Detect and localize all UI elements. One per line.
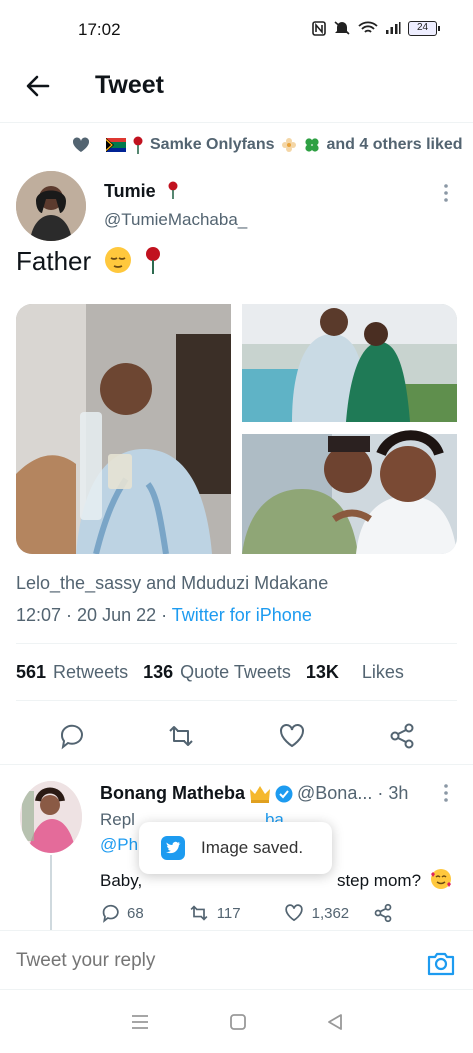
status-icons: 24 (312, 20, 440, 36)
author-name[interactable]: Tumie (104, 181, 179, 202)
camera-icon[interactable] (426, 948, 456, 978)
reply-button[interactable] (57, 722, 85, 750)
twitter-bird-icon (161, 836, 185, 860)
heart-icon (72, 137, 90, 152)
reply-more-options-icon[interactable] (440, 783, 452, 803)
social-context[interactable]: Samke Onlyfans and 4 others liked (72, 136, 463, 154)
reply-icon (102, 904, 119, 923)
media-photo-3[interactable] (242, 430, 457, 554)
divider (16, 700, 457, 701)
tweet-meta: 12:07 · 20 Jun 22 · Twitter for iPhone (16, 605, 312, 626)
social-context-user: Samke Onlyfans (150, 136, 275, 153)
reply-text-start: Baby, (100, 871, 147, 890)
thread-line (50, 855, 52, 930)
tweet-stats: 561 Retweets 136 Quote Tweets 13K Likes (16, 662, 404, 683)
verified-badge-icon (275, 785, 293, 802)
battery-indicator: 24 (408, 20, 440, 36)
reply-text-end: step mom? (336, 871, 422, 890)
replying-to-prefix: Repl (100, 810, 135, 829)
liked-by-text[interactable]: Lelo_the_sassy and Mduduzi Mdakane (16, 573, 328, 594)
like-button[interactable] (278, 722, 306, 750)
reply-actions: 68 117 1,362 (100, 903, 393, 923)
rose-icon (133, 136, 143, 154)
author-handle[interactable]: @TumieMachaba_ (104, 210, 247, 230)
signal-icon (386, 22, 401, 34)
reply-like-count: 1,362 (311, 904, 350, 922)
clover-icon (304, 138, 319, 152)
media-photo-2[interactable] (242, 304, 457, 422)
reply-icon (61, 724, 84, 750)
author-avatar[interactable] (16, 171, 86, 241)
reply-author-handle: @Bona... · 3h (297, 783, 409, 803)
nfc-icon (312, 20, 326, 36)
media-photo-1[interactable] (16, 304, 231, 554)
more-options-icon[interactable] (440, 182, 452, 204)
crown-icon (250, 785, 271, 803)
mention-link[interactable]: @Ph (100, 835, 138, 854)
reply-retweet-button[interactable]: 117 (188, 903, 241, 923)
retweet-icon (169, 726, 194, 746)
retweet-button[interactable] (167, 722, 195, 750)
wifi-icon (358, 21, 378, 33)
retweet-icon (190, 905, 208, 921)
heart-icon (284, 904, 303, 922)
share-icon (374, 903, 392, 923)
back-triangle-icon[interactable] (326, 1013, 344, 1031)
reply-retweet-count: 117 (216, 904, 241, 922)
reply-reply-count: 68 (127, 904, 144, 922)
retweets-label[interactable]: Retweets (53, 662, 128, 683)
home-icon[interactable] (229, 1013, 247, 1031)
social-context-suffix: and 4 others liked (326, 136, 463, 153)
reply-author-name: Bonang Matheba (100, 783, 246, 803)
reply-author[interactable]: Bonang Matheba @Bona... · 3h (100, 783, 408, 804)
tweet-timestamp: 12:07 · 20 Jun 22 · (16, 605, 172, 625)
tweet-source-link[interactable]: Twitter for iPhone (172, 605, 312, 625)
tweet-media-grid (16, 304, 457, 554)
rose-icon (168, 181, 178, 199)
tweet-text: Father (16, 246, 162, 277)
reply-author-avatar[interactable] (20, 781, 82, 853)
status-time: 17:02 (78, 20, 121, 39)
likes-count[interactable]: 13K (306, 662, 339, 683)
divider (16, 643, 457, 644)
page-title: Tweet (95, 71, 164, 99)
flower-icon (281, 138, 296, 152)
reply-reply-button[interactable]: 68 (100, 903, 144, 923)
south-africa-flag-icon (106, 138, 126, 152)
quote-tweets-label[interactable]: Quote Tweets (180, 662, 291, 683)
mute-icon (334, 21, 350, 35)
relieved-face-emoji-icon (105, 247, 132, 273)
share-button[interactable] (388, 722, 416, 750)
reply-share-button[interactable] (373, 903, 393, 923)
divider (0, 764, 473, 765)
author-name-text: Tumie (104, 181, 156, 201)
tweet-text-content: Father (16, 246, 92, 276)
menu-icon[interactable] (130, 1013, 150, 1031)
retweets-count[interactable]: 561 (16, 662, 46, 683)
toast-text: Image saved. (201, 838, 304, 857)
smiling-face-hearts-emoji-icon (430, 869, 451, 889)
system-navigation-bar (0, 990, 473, 1053)
header (0, 60, 473, 123)
back-arrow-icon[interactable] (24, 72, 52, 100)
heart-icon (279, 724, 304, 748)
quote-tweets-count[interactable]: 136 (143, 662, 173, 683)
likes-label[interactable]: Likes (362, 662, 404, 683)
rose-icon (145, 247, 160, 274)
reply-like-button[interactable]: 1,362 (283, 903, 350, 923)
reply-compose-input[interactable] (16, 950, 376, 972)
tweet-action-bar (16, 716, 457, 756)
share-icon (390, 723, 414, 749)
image-saved-toast: Image saved. (139, 822, 332, 874)
